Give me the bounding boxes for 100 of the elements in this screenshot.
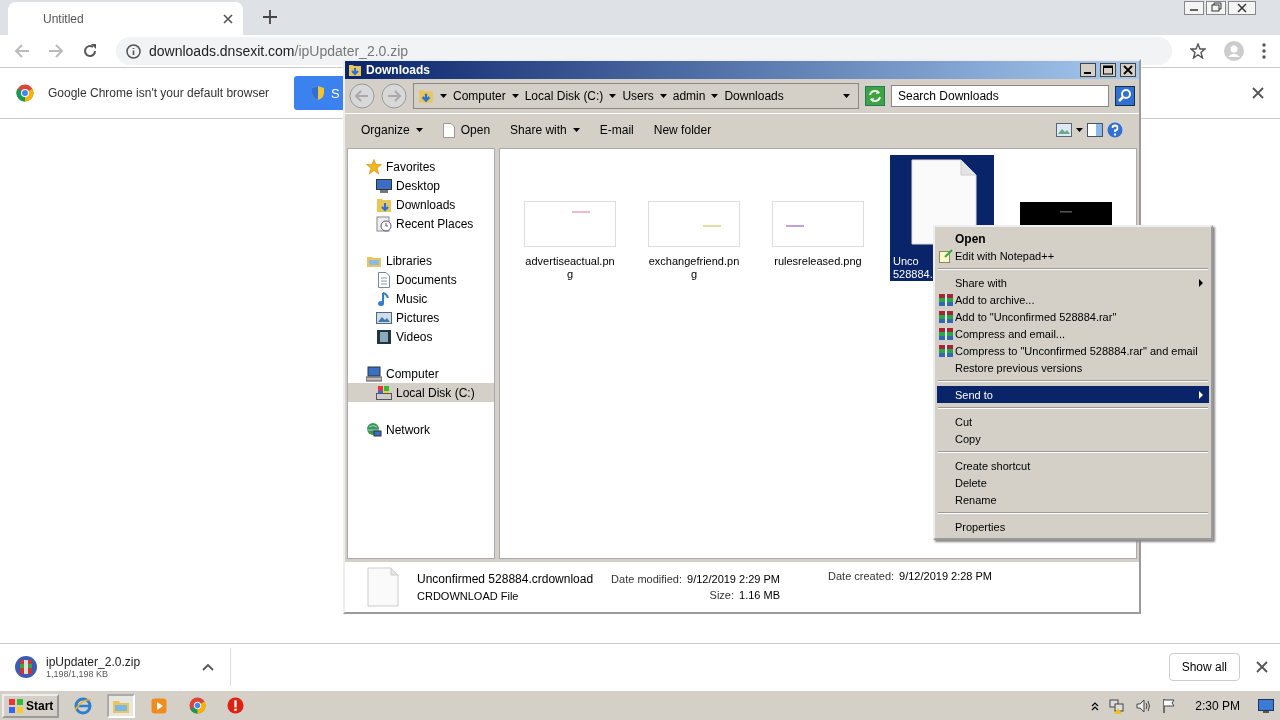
- search-icon[interactable]: [1115, 86, 1135, 106]
- folder-icon: [376, 196, 392, 213]
- monitor-icon: [376, 177, 392, 194]
- maximize-icon[interactable]: [1100, 63, 1116, 77]
- nav-item[interactable]: Videos: [348, 327, 494, 346]
- folder-icon: [348, 63, 362, 77]
- windows-logo-icon: [8, 697, 24, 714]
- nav-item[interactable]: Computer: [348, 364, 494, 383]
- film-icon: [376, 328, 392, 345]
- toolbar-button[interactable]: E-mail: [591, 118, 642, 142]
- caret-icon[interactable]: [202, 663, 214, 671]
- image-icon: [376, 309, 392, 326]
- nav-item[interactable]: Favorites: [348, 157, 494, 176]
- set-default-button[interactable]: S: [294, 76, 343, 110]
- help-icon[interactable]: [1107, 122, 1123, 138]
- infobar-message: Google Chrome isn't your default browser: [48, 86, 271, 100]
- nav-item[interactable]: Documents: [348, 270, 494, 289]
- caret-icon[interactable]: [440, 94, 447, 98]
- toolbar-button[interactable]: New folder: [645, 118, 720, 142]
- file-item[interactable]: rulesreleased.png: [766, 155, 870, 281]
- breadcrumb-item[interactable]: Downloads: [724, 89, 784, 103]
- caret-icon[interactable]: [511, 94, 519, 98]
- file-name: Unconfirmed 528884.crdownload: [417, 572, 594, 586]
- nav-item[interactable]: Desktop: [348, 176, 494, 195]
- file-item[interactable]: exchangefriend.pn g: [642, 155, 746, 281]
- breadcrumb-item[interactable]: Computer: [453, 89, 506, 103]
- restore-icon[interactable]: [1206, 1, 1226, 15]
- nav-item[interactable]: Libraries: [348, 251, 494, 270]
- books-icon: [939, 309, 953, 324]
- nav-item[interactable]: Local Disk (C:): [348, 383, 494, 402]
- books-icon: [939, 292, 953, 307]
- view-icon[interactable]: [1056, 123, 1072, 137]
- start-button[interactable]: Start: [2, 693, 60, 718]
- music-note-icon: [376, 290, 392, 307]
- folder-icon: [418, 88, 434, 104]
- info-icon[interactable]: [126, 43, 141, 59]
- nav-item[interactable]: Recent Places: [348, 214, 494, 233]
- caret-icon[interactable]: [659, 94, 667, 98]
- menu-item[interactable]: Properties: [937, 518, 1209, 535]
- menu-icon[interactable]: [1262, 43, 1266, 59]
- property-label: Date created:: [828, 570, 895, 582]
- notepad-icon: [939, 248, 953, 263]
- drive-icon: [376, 384, 392, 401]
- clock-icon: [376, 215, 392, 232]
- browser-tab[interactable]: Untitled: [8, 2, 243, 35]
- menu-item[interactable]: Add to "Unconfirmed 528884.rar": [937, 308, 1209, 325]
- property-value: 9/12/2019 2:28 PM: [899, 570, 993, 582]
- download-item[interactable]: ipUpdater_2.0.zip 1,198/1,198 KB: [14, 648, 231, 686]
- close-icon[interactable]: [1256, 661, 1268, 673]
- star-icon[interactable]: [1190, 43, 1206, 59]
- archive-icon: [14, 655, 38, 679]
- close-icon[interactable]: [1228, 1, 1256, 15]
- close-icon[interactable]: [223, 13, 233, 24]
- menu-item[interactable]: Create shortcut: [937, 457, 1209, 474]
- menu-item[interactable]: Add to archive...: [937, 291, 1209, 308]
- nav-item[interactable]: Network: [348, 420, 494, 439]
- caret-icon[interactable]: [711, 94, 719, 98]
- search-field[interactable]: Search Downloads: [891, 85, 1109, 107]
- menu-item[interactable]: Compress to "Unconfirmed 528884.rar" and email: [937, 342, 1209, 359]
- globe-icon: [366, 421, 382, 438]
- chevron-up-icon[interactable]: [1091, 700, 1100, 711]
- property-label: Date modified:: [611, 573, 683, 585]
- menu-item[interactable]: Rename: [937, 491, 1209, 508]
- caret-icon[interactable]: [1076, 128, 1083, 132]
- menu-item[interactable]: Copy: [937, 430, 1209, 447]
- menu-item[interactable]: Restore previous versions: [937, 359, 1209, 376]
- nav-item[interactable]: Downloads: [348, 195, 494, 214]
- menu-item[interactable]: Send to: [937, 386, 1209, 403]
- file-item[interactable]: advertiseactual.pn g: [518, 155, 622, 281]
- flag-icon[interactable]: [1161, 697, 1178, 714]
- reload-icon[interactable]: [82, 43, 98, 59]
- network-icon[interactable]: [1109, 697, 1126, 714]
- breadcrumb-item[interactable]: Local Disk (C:): [524, 89, 604, 103]
- close-icon[interactable]: [1120, 63, 1136, 77]
- breadcrumb-item[interactable]: Users: [622, 89, 654, 103]
- document-icon: [442, 122, 455, 138]
- clock[interactable]: 2:30 PM: [1195, 698, 1240, 713]
- caret-icon[interactable]: [843, 94, 850, 98]
- toolbar-button[interactable]: Open: [434, 118, 499, 142]
- toolbar-button[interactable]: Organize: [353, 118, 431, 142]
- menu-item[interactable]: Cut: [937, 413, 1209, 430]
- minimize-icon[interactable]: [1080, 63, 1096, 77]
- nav-item[interactable]: Music: [348, 289, 494, 308]
- close-icon[interactable]: [1252, 87, 1264, 99]
- nav-item[interactable]: Pictures: [348, 308, 494, 327]
- property-value: 9/12/2019 2:29 PM: [687, 573, 780, 585]
- preview-pane-icon[interactable]: [1087, 123, 1103, 137]
- speaker-icon[interactable]: [1135, 697, 1152, 714]
- refresh-icon[interactable]: [865, 86, 885, 106]
- document-icon: [376, 271, 392, 288]
- toolbar-button[interactable]: Share with: [502, 118, 588, 142]
- show-desktop-icon[interactable]: [1258, 698, 1274, 713]
- menu-item[interactable]: Delete: [937, 474, 1209, 491]
- file-type: CRDOWNLOAD File: [417, 590, 520, 602]
- shield-icon: [310, 85, 326, 101]
- menu-item[interactable]: Compress and email...: [937, 325, 1209, 342]
- show-all-button[interactable]: Show all: [1168, 653, 1240, 681]
- caret-icon[interactable]: [609, 94, 617, 98]
- plus-icon[interactable]: [263, 10, 277, 24]
- breadcrumb-item[interactable]: admin: [672, 89, 706, 103]
